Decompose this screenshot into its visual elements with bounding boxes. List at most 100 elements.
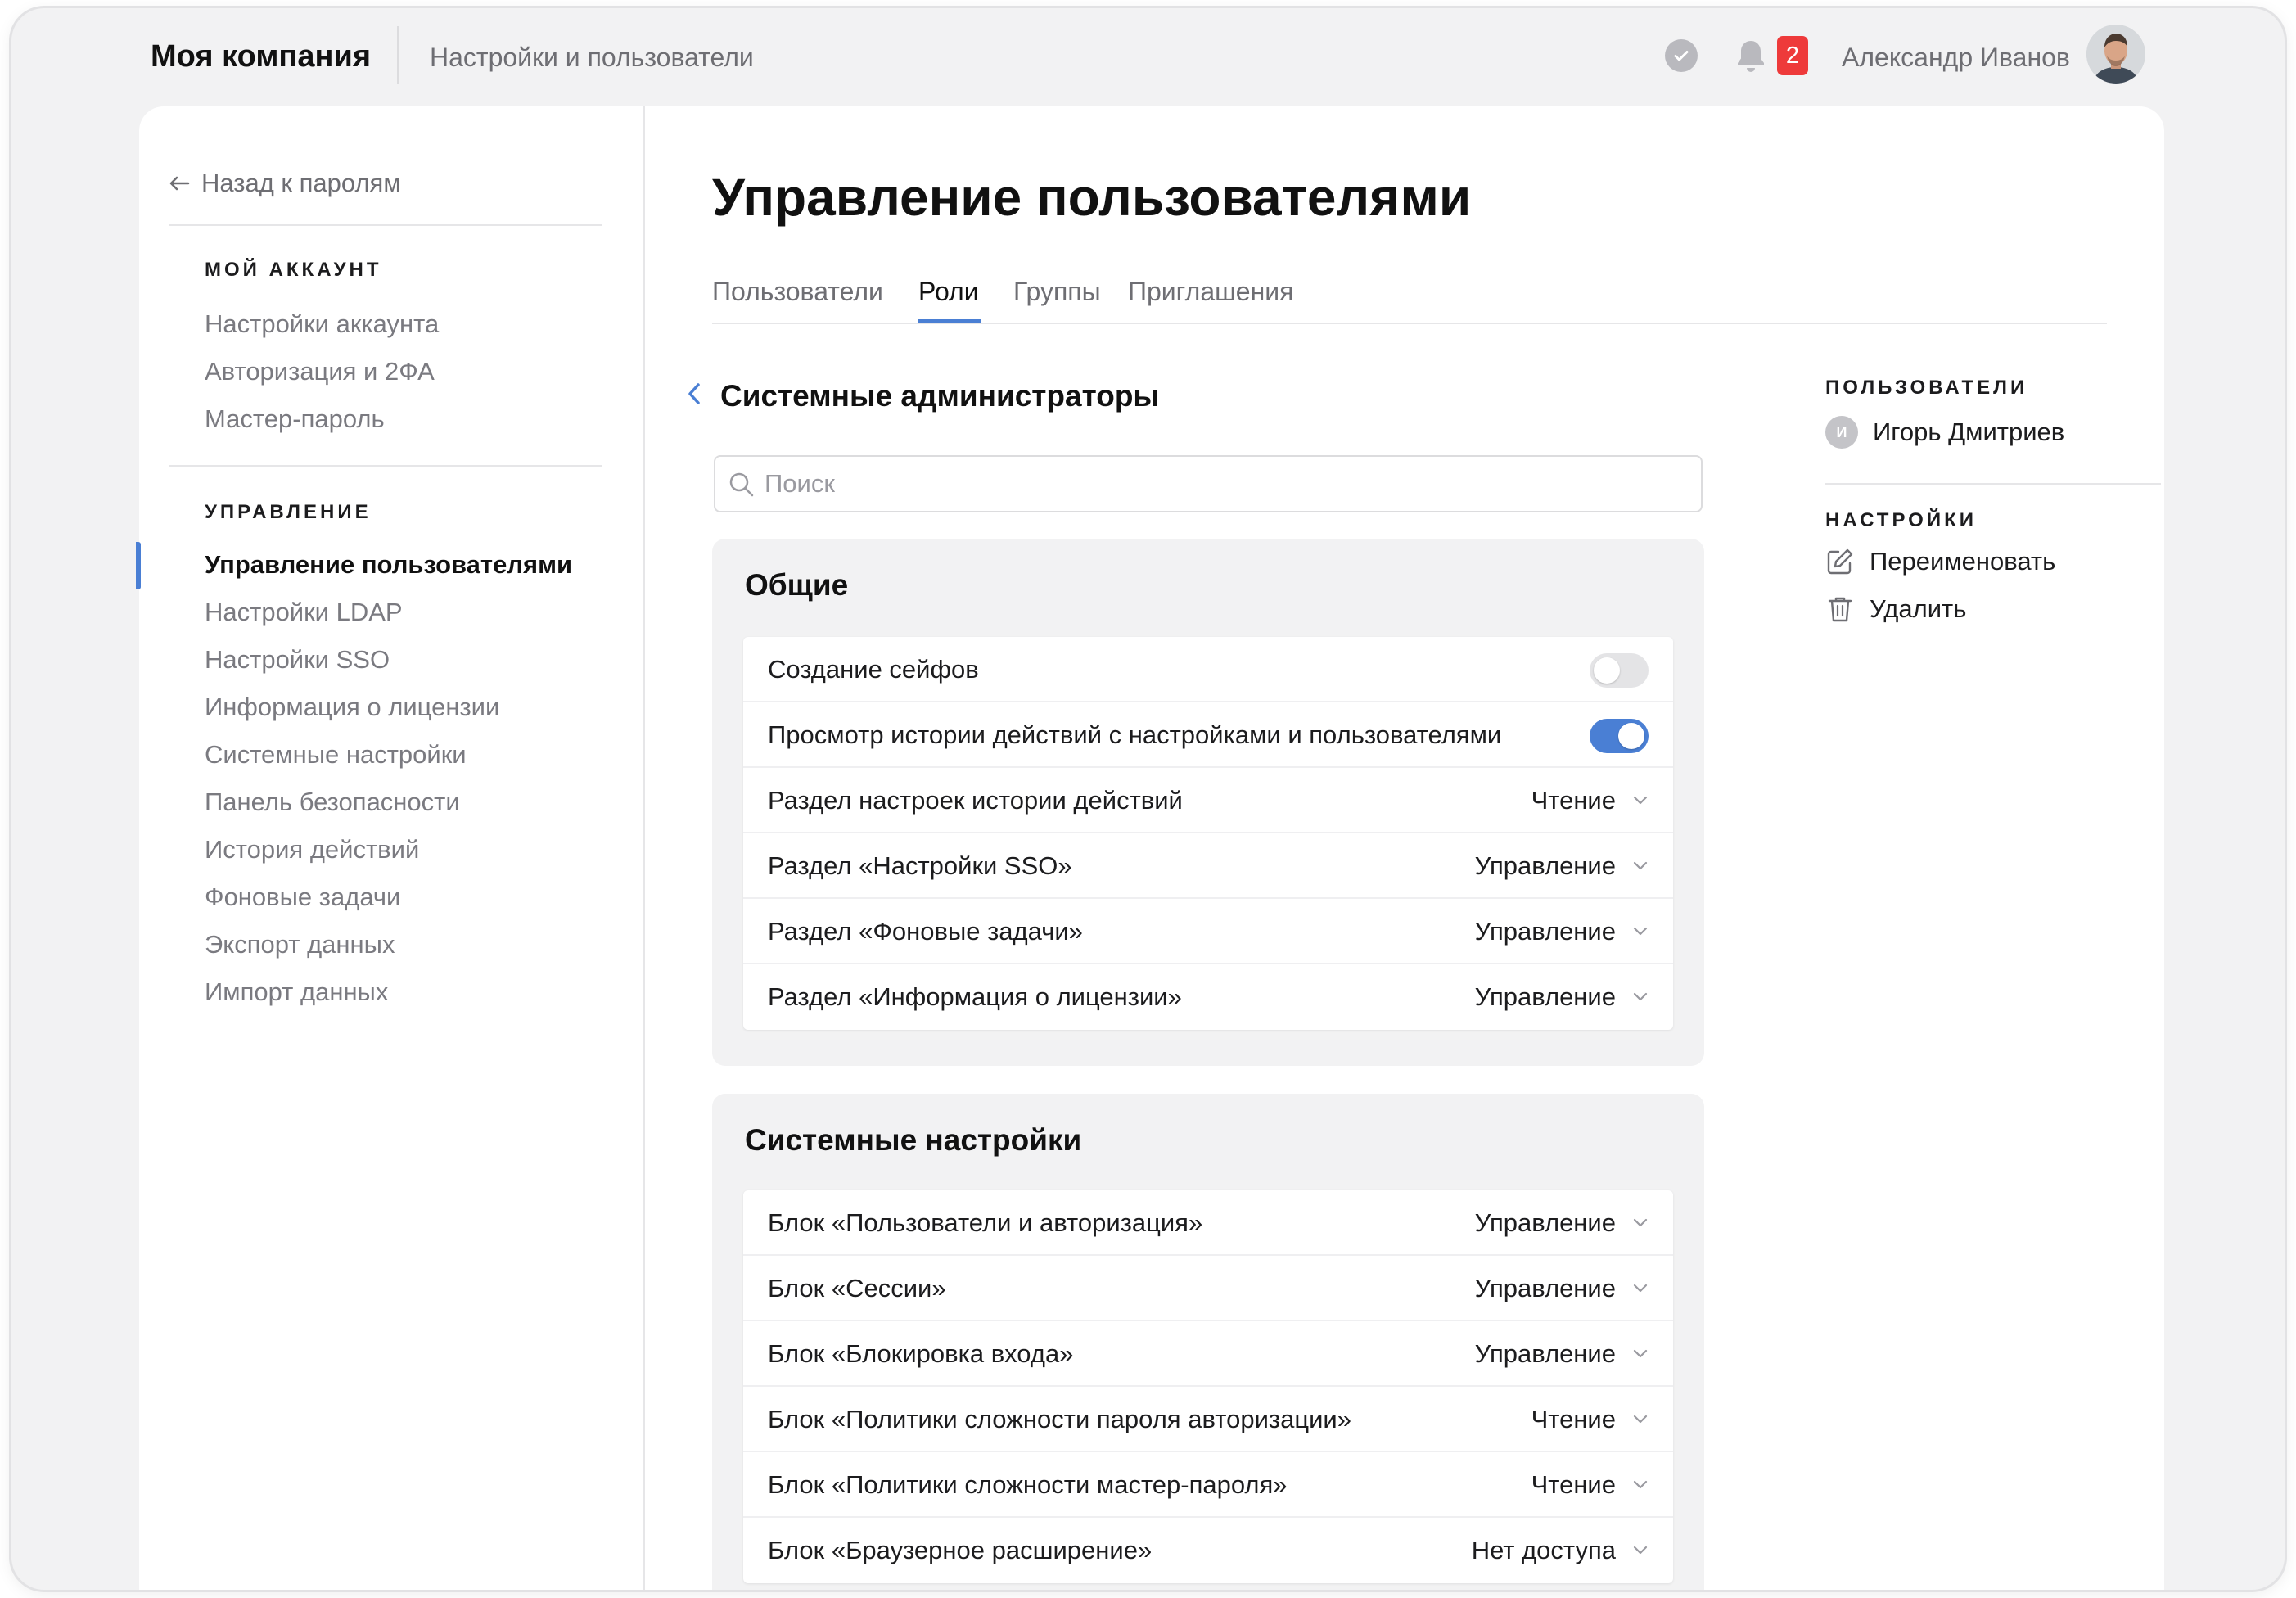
chevron-down-icon[interactable] bbox=[1632, 795, 1649, 806]
tab-users[interactable]: Пользователи bbox=[712, 277, 883, 307]
active-indicator bbox=[136, 542, 141, 589]
permission-level-select[interactable]: Управление bbox=[1475, 917, 1616, 946]
active-tab-underline bbox=[918, 319, 981, 323]
role-member-name: Игорь Дмитриев bbox=[1873, 418, 2065, 446]
permission-label: Раздел настроек истории действий bbox=[768, 786, 1183, 815]
permission-level-select[interactable]: Нет доступа bbox=[1472, 1536, 1616, 1565]
search-input[interactable] bbox=[765, 457, 1665, 511]
chevron-down-icon[interactable] bbox=[1632, 1545, 1649, 1556]
tab-invitations[interactable]: Приглашения bbox=[1128, 277, 1293, 307]
tab-roles[interactable]: Роли bbox=[918, 277, 979, 307]
permission-toggle[interactable] bbox=[1590, 653, 1649, 688]
delete-role-button[interactable]: Удалить bbox=[1825, 594, 1966, 624]
current-user-name[interactable]: Александр Иванов bbox=[1842, 43, 2070, 73]
bell-icon[interactable] bbox=[1734, 38, 1767, 74]
chevron-down-icon[interactable] bbox=[1632, 1283, 1649, 1294]
user-avatar: И bbox=[1825, 416, 1858, 449]
permission-label: Блок «Блокировка входа» bbox=[768, 1339, 1074, 1368]
permission-row[interactable]: Блок «Пользователи и авторизация» Управл… bbox=[743, 1190, 1673, 1256]
sidebar-item-sso[interactable]: Настройки SSO bbox=[205, 645, 390, 675]
permission-level-select[interactable]: Чтение bbox=[1531, 1405, 1616, 1434]
chevron-down-icon[interactable] bbox=[1632, 1348, 1649, 1360]
permission-row: Просмотр истории действий с настройками … bbox=[743, 702, 1673, 768]
permission-group-general: Общие Создание сейфов Просмотр истории д… bbox=[712, 539, 1704, 1066]
permission-row[interactable]: Блок «Политики сложности мастер-пароля» … bbox=[743, 1452, 1673, 1518]
arrow-left-icon bbox=[169, 176, 190, 191]
permission-label: Блок «Пользователи и авторизация» bbox=[768, 1208, 1203, 1237]
sidebar-item-activity-history[interactable]: История действий bbox=[205, 835, 419, 864]
sidebar-item-auth-2fa[interactable]: Авторизация и 2ФА bbox=[205, 357, 435, 386]
sidebar-item-security-dashboard[interactable]: Панель безопасности bbox=[205, 788, 460, 817]
permission-level-select[interactable]: Управление bbox=[1475, 1208, 1616, 1238]
sidebar-divider bbox=[169, 465, 602, 467]
back-to-passwords-link[interactable]: Назад к паролям bbox=[169, 169, 401, 198]
sidebar-item-background-tasks[interactable]: Фоновые задачи bbox=[205, 883, 400, 912]
role-member[interactable]: И Игорь Дмитриев bbox=[1825, 416, 2064, 449]
notification-badge[interactable]: 2 bbox=[1777, 36, 1808, 75]
toggle-knob bbox=[1618, 723, 1644, 749]
permission-level-select[interactable]: Чтение bbox=[1531, 1470, 1616, 1500]
permission-list: Создание сейфов Просмотр истории действи… bbox=[743, 637, 1673, 1030]
chevron-down-icon[interactable] bbox=[1632, 1479, 1649, 1491]
permission-label: Раздел «Информация о лицензии» bbox=[768, 982, 1182, 1011]
check-circle-icon[interactable] bbox=[1665, 39, 1698, 72]
permission-row[interactable]: Раздел настроек истории действий Чтение bbox=[743, 768, 1673, 833]
chevron-down-icon[interactable] bbox=[1632, 1217, 1649, 1229]
permission-level-select[interactable]: Управление bbox=[1475, 1274, 1616, 1303]
rename-role-button[interactable]: Переименовать bbox=[1825, 547, 2055, 576]
sidebar-item-data-import[interactable]: Импорт данных bbox=[205, 977, 388, 1007]
permission-row[interactable]: Блок «Политики сложности пароля авториза… bbox=[743, 1387, 1673, 1452]
users-heading: ПОЛЬЗОВАТЕЛИ bbox=[1825, 377, 2028, 399]
chevron-down-icon[interactable] bbox=[1632, 926, 1649, 937]
permission-row[interactable]: Блок «Сессии» Управление bbox=[743, 1256, 1673, 1321]
sidebar-item-system-settings[interactable]: Системные настройки bbox=[205, 740, 467, 770]
permission-row[interactable]: Блок «Браузерное расширение» Нет доступа bbox=[743, 1518, 1673, 1583]
chevron-down-icon[interactable] bbox=[1632, 1414, 1649, 1425]
chevron-left-icon[interactable] bbox=[686, 381, 702, 406]
company-name[interactable]: Моя компания bbox=[151, 39, 371, 74]
sidebar-item-license[interactable]: Информация о лицензии bbox=[205, 693, 499, 722]
toggle-knob bbox=[1594, 657, 1620, 684]
permission-row[interactable]: Раздел «Настройки SSO» Управление bbox=[743, 833, 1673, 899]
group-title: Системные настройки bbox=[745, 1123, 1082, 1157]
permission-row[interactable]: Раздел «Фоновые задачи» Управление bbox=[743, 899, 1673, 964]
permission-group-system-settings: Системные настройки Блок «Пользователи и… bbox=[712, 1094, 1704, 1590]
permission-label: Создание сейфов bbox=[768, 655, 979, 684]
permission-row[interactable]: Блок «Блокировка входа» Управление bbox=[743, 1321, 1673, 1387]
chevron-down-icon[interactable] bbox=[1632, 860, 1649, 872]
page-title: Управление пользователями bbox=[712, 168, 1472, 227]
sidebar-item-user-management[interactable]: Управление пользователями bbox=[205, 550, 572, 580]
main-panel: Назад к паролям МОЙ АККАУНТ Настройки ак… bbox=[136, 106, 2164, 1590]
permission-label: Блок «Браузерное расширение» bbox=[768, 1536, 1153, 1564]
avatar[interactable] bbox=[2086, 25, 2145, 84]
sidebar-item-ldap[interactable]: Настройки LDAP bbox=[205, 598, 403, 627]
permission-row[interactable]: Раздел «Информация о лицензии» Управлени… bbox=[743, 964, 1673, 1030]
rename-label: Переименовать bbox=[1870, 547, 2056, 576]
permission-level-select[interactable]: Управление bbox=[1475, 1339, 1616, 1369]
sidebar: Назад к паролям МОЙ АККАУНТ Настройки ак… bbox=[136, 106, 645, 1590]
permission-label: Блок «Политики сложности пароля авториза… bbox=[768, 1405, 1351, 1433]
sidebar-item-account-settings[interactable]: Настройки аккаунта bbox=[205, 309, 439, 339]
section-heading-management: УПРАВЛЕНИЕ bbox=[205, 501, 372, 523]
sidebar-item-data-export[interactable]: Экспорт данных bbox=[205, 930, 395, 959]
top-bar: Моя компания Настройки и пользователи 2 … bbox=[11, 8, 2285, 115]
top-section-title: Настройки и пользователи bbox=[430, 43, 754, 72]
permission-row: Создание сейфов bbox=[743, 637, 1673, 702]
permission-label: Просмотр истории действий с настройками … bbox=[768, 720, 1502, 749]
sidebar-item-master-password[interactable]: Мастер-пароль bbox=[205, 404, 385, 434]
role-title: Системные администраторы bbox=[720, 379, 1160, 413]
permission-label: Блок «Политики сложности мастер-пароля» bbox=[768, 1470, 1288, 1499]
back-link-label: Назад к паролям bbox=[201, 169, 401, 197]
permission-level-select[interactable]: Управление bbox=[1475, 851, 1616, 881]
chevron-down-icon[interactable] bbox=[1632, 991, 1649, 1003]
section-heading-account: МОЙ АККАУНТ bbox=[205, 259, 382, 281]
permission-toggle[interactable] bbox=[1590, 719, 1649, 753]
permission-level-select[interactable]: Чтение bbox=[1531, 786, 1616, 815]
right-panel-divider bbox=[1825, 483, 2161, 485]
group-title: Общие bbox=[745, 568, 849, 602]
settings-heading: НАСТРОЙКИ bbox=[1825, 509, 1977, 531]
search-icon bbox=[729, 472, 754, 497]
permission-level-select[interactable]: Управление bbox=[1475, 982, 1616, 1012]
permission-list: Блок «Пользователи и авторизация» Управл… bbox=[743, 1190, 1673, 1583]
tab-groups[interactable]: Группы bbox=[1013, 277, 1101, 307]
